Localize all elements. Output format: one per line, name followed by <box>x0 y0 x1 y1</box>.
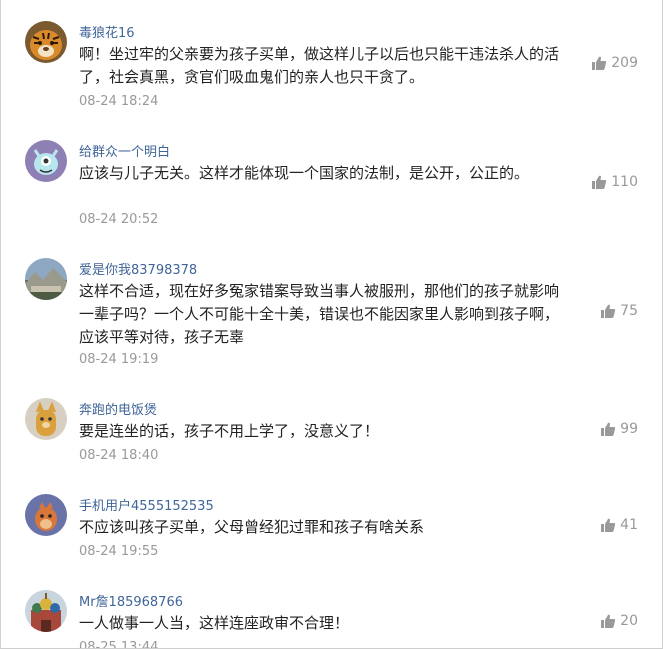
username[interactable]: 毒狼花16 <box>79 22 135 41</box>
comment-text: 不应该叫孩子买单，父母曾经犯过罪和孩子有啥关系 <box>79 518 425 536</box>
thumbs-up-icon <box>592 56 607 70</box>
cartoon-bird-avatar-icon <box>25 494 67 536</box>
comment-item: 毒狼花16 啊！坐过牢的父亲要为孩子买单，做这样儿子以后也只能干违法杀人的活了，… <box>1 0 662 120</box>
like-count: 110 <box>611 174 638 190</box>
like-button[interactable]: 75 <box>600 303 638 319</box>
like-count: 209 <box>611 55 638 71</box>
comment-list: 毒狼花16 啊！坐过牢的父亲要为孩子买单，做这样儿子以后也只能干违法杀人的活了，… <box>0 0 663 649</box>
cathedral-avatar-icon <box>25 590 67 632</box>
thumbs-up-icon <box>601 304 616 318</box>
comment-item: Mr詹185968766 一人做事一人当，这样连座政审不合理！ 08-25 13… <box>1 570 662 649</box>
comment-text: 一人做事一人当，这样连座政审不合理！ <box>79 614 350 632</box>
tiger-avatar-icon <box>25 21 67 63</box>
comment-text: 要是连坐的话，孩子不用上学了，没意义了！ <box>79 422 380 440</box>
comment-time: 08-24 18:24 <box>79 94 159 109</box>
comment-item: 手机用户4555152535 不应该叫孩子买单，父母曾经犯过罪和孩子有啥关系 0… <box>1 474 662 570</box>
comment-item: 给群众一个明白 应该与儿子无关。这样才能体现一个国家的法制，是公开，公正的。 0… <box>1 120 662 238</box>
like-count: 99 <box>620 421 638 437</box>
like-button[interactable]: 99 <box>600 421 638 437</box>
like-button[interactable]: 20 <box>600 613 638 629</box>
avatar[interactable] <box>25 590 67 632</box>
username[interactable]: 手机用户4555152535 <box>79 495 214 514</box>
comment-item: 爱是你我83798378 这样不合适，现在好多冤家错案导致当事人被服刑，那他们的… <box>1 238 662 378</box>
like-button[interactable]: 41 <box>600 517 638 533</box>
cartoon-creature-avatar-icon <box>25 140 67 182</box>
thumbs-up-icon <box>601 422 616 436</box>
cartoon-animal-avatar-icon <box>25 398 67 440</box>
comment-time: 08-24 19:55 <box>79 544 159 559</box>
avatar[interactable] <box>25 21 67 63</box>
thumbs-up-icon <box>592 175 607 189</box>
avatar[interactable] <box>25 140 67 182</box>
comment-time: 08-24 20:52 <box>79 212 159 227</box>
comment-time: 08-24 18:40 <box>79 448 159 463</box>
avatar[interactable] <box>25 258 67 300</box>
thumbs-up-icon <box>601 614 616 628</box>
username[interactable]: 爱是你我83798378 <box>79 259 197 278</box>
like-count: 20 <box>620 613 638 629</box>
username[interactable]: Mr詹185968766 <box>79 591 183 610</box>
comment-text: 应该与儿子无关。这样才能体现一个国家的法制，是公开，公正的。 <box>79 164 530 182</box>
like-count: 75 <box>620 303 638 319</box>
comment-text: 啊！坐过牢的父亲要为孩子买单，做这样儿子以后也只能干违法杀人的活了，社会真黑，贪… <box>79 45 560 86</box>
username[interactable]: 奔跑的电饭煲 <box>79 399 157 418</box>
like-button[interactable]: 209 <box>591 55 638 71</box>
comment-time: 08-24 19:19 <box>79 352 159 367</box>
username[interactable]: 给群众一个明白 <box>79 141 170 160</box>
thumbs-up-icon <box>601 518 616 532</box>
like-count: 41 <box>620 517 638 533</box>
comment-time: 08-25 13:44 <box>79 640 159 649</box>
comment-text: 这样不合适，现在好多冤家错案导致当事人被服刑，那他们的孩子就影响一辈子吗？一个人… <box>79 282 560 346</box>
comment-item: 奔跑的电饭煲 要是连坐的话，孩子不用上学了，没意义了！ 08-24 18:40 … <box>1 378 662 474</box>
avatar[interactable] <box>25 398 67 440</box>
avatar[interactable] <box>25 494 67 536</box>
landscape-avatar-icon <box>25 258 67 300</box>
like-button[interactable]: 110 <box>591 174 638 190</box>
